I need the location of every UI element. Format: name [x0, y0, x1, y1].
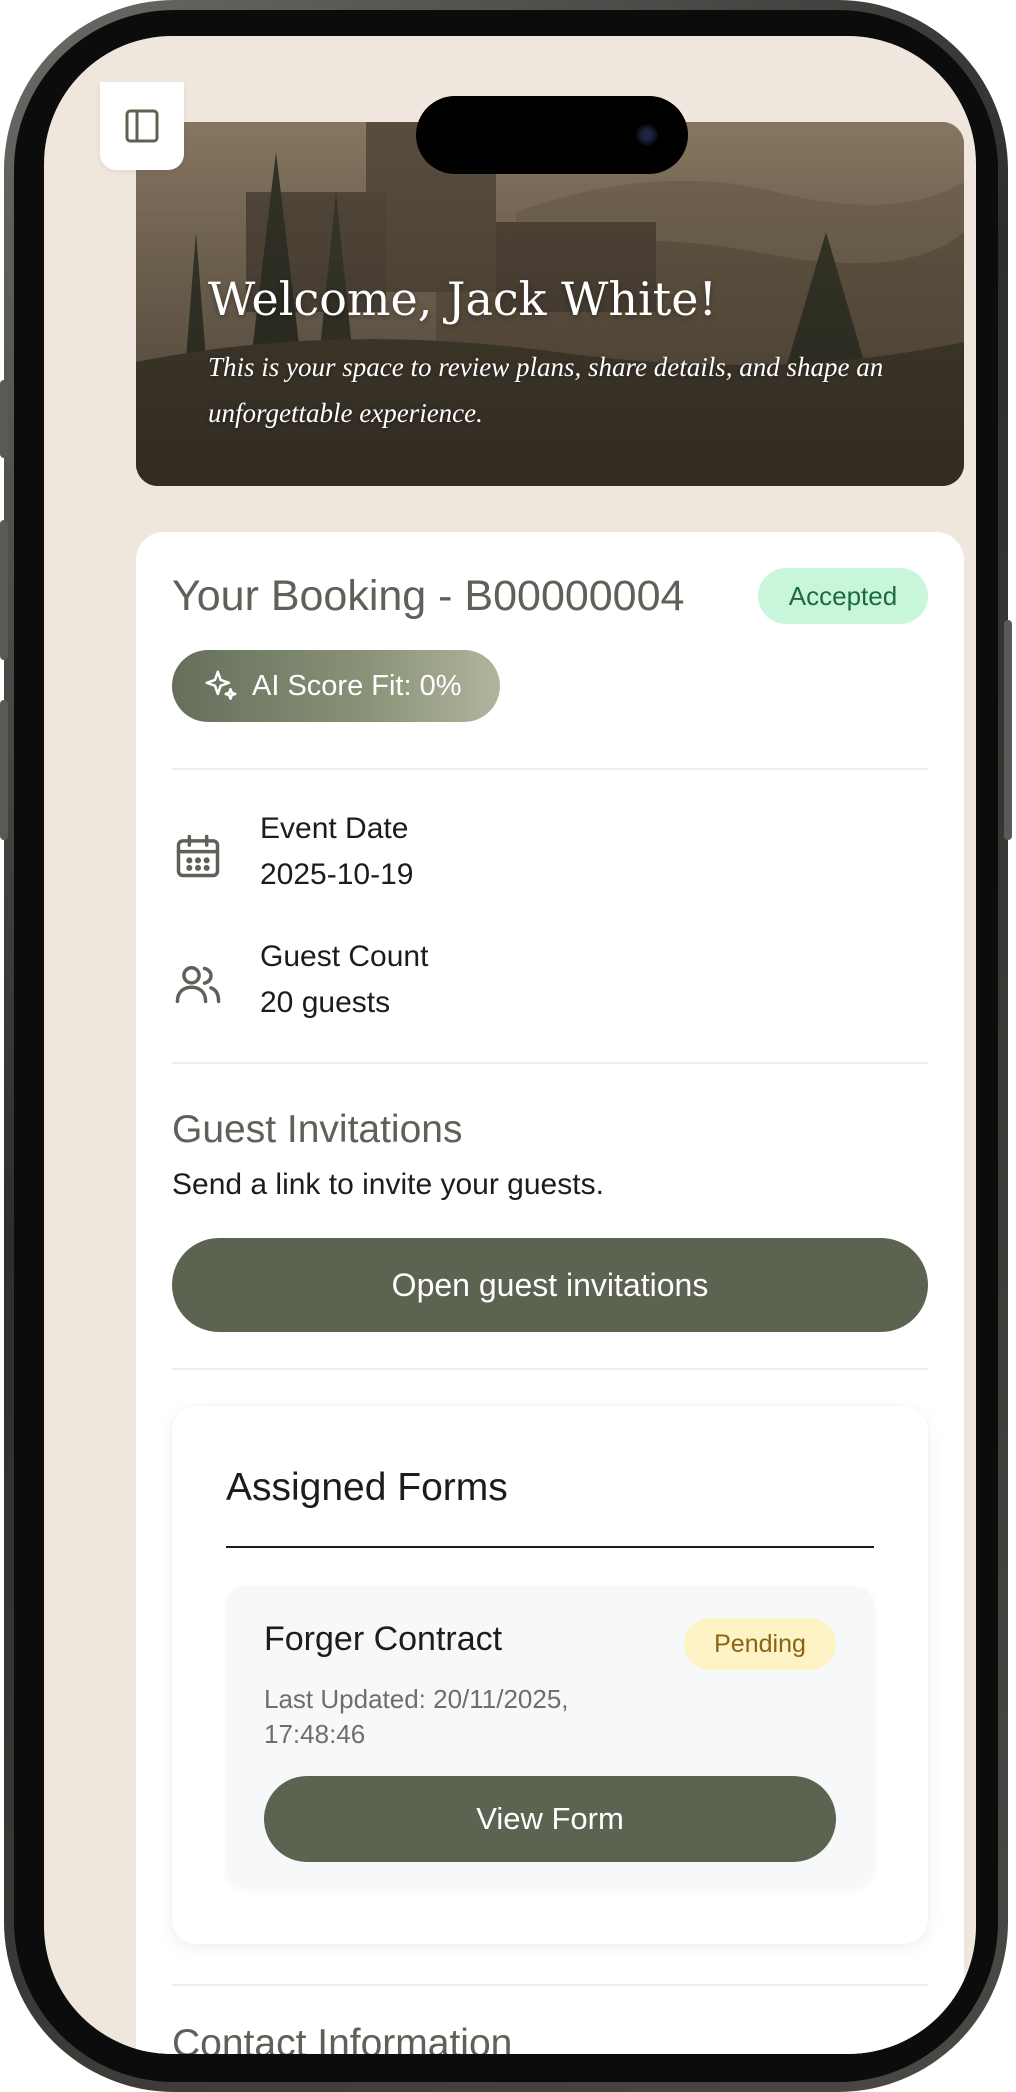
ai-score-pill[interactable]: AI Score Fit: 0%: [172, 650, 500, 722]
booking-title: Your Booking - B00000004: [172, 572, 685, 620]
divider: [172, 1984, 928, 1986]
screen: Welcome, Jack White! This is your space …: [44, 36, 976, 2054]
power-button: [1004, 620, 1012, 840]
divider: [172, 1368, 928, 1370]
guest-invitations-title: Guest Invitations: [172, 1108, 463, 1151]
booking-status-badge: Accepted: [758, 568, 928, 624]
sidebar-toggle-button[interactable]: [100, 82, 184, 170]
phone-frame: Welcome, Jack White! This is your space …: [0, 0, 1012, 2092]
guest-invitations-description: Send a link to invite your guests.: [172, 1168, 604, 1201]
volume-down-button: [0, 700, 8, 840]
sidebar-toggle-icon: [125, 109, 159, 143]
assigned-forms-title: Assigned Forms: [226, 1466, 508, 1509]
welcome-subtitle: This is your space to review plans, shar…: [208, 352, 884, 428]
dynamic-island: [416, 96, 688, 174]
booking-card: Your Booking - B00000004 Accepted AI Sco…: [136, 532, 964, 2054]
calendar-icon: [176, 834, 220, 878]
welcome-hero: Welcome, Jack White! This is your space …: [136, 122, 964, 486]
ai-score-label: AI Score Fit: 0%: [252, 669, 462, 702]
divider: [172, 768, 928, 770]
welcome-title: Welcome, Jack White!: [208, 272, 717, 326]
guest-count-value: 20 guests: [260, 986, 391, 1019]
assigned-forms-card: Assigned Forms Forger Contract Pending L…: [172, 1406, 928, 1944]
event-date-row: Event Date 2025-10-19: [172, 812, 912, 912]
action-button: [0, 380, 8, 458]
form-status-badge: Pending: [684, 1618, 836, 1670]
view-form-button[interactable]: View Form: [264, 1776, 836, 1862]
divider: [172, 1062, 928, 1064]
volume-up-button: [0, 520, 8, 660]
guest-count-row: Guest Count 20 guests: [172, 940, 912, 1040]
form-last-updated: Last Updated: 20/11/2025, 17:48:46: [264, 1684, 569, 1749]
guest-count-label: Guest Count: [260, 940, 429, 973]
sparkle-icon: [202, 667, 240, 705]
form-name: Forger Contract: [264, 1620, 503, 1658]
form-list-item: Forger Contract Pending Last Updated: 20…: [226, 1586, 874, 1888]
front-camera: [636, 124, 658, 146]
open-guest-invitations-button[interactable]: Open guest invitations: [172, 1238, 928, 1332]
assigned-forms-divider: [226, 1546, 874, 1548]
event-date-value: 2025-10-19: [260, 858, 414, 891]
users-icon: [175, 966, 221, 1004]
contact-information-title: Contact Information: [172, 2022, 513, 2054]
event-date-label: Event Date: [260, 812, 409, 845]
